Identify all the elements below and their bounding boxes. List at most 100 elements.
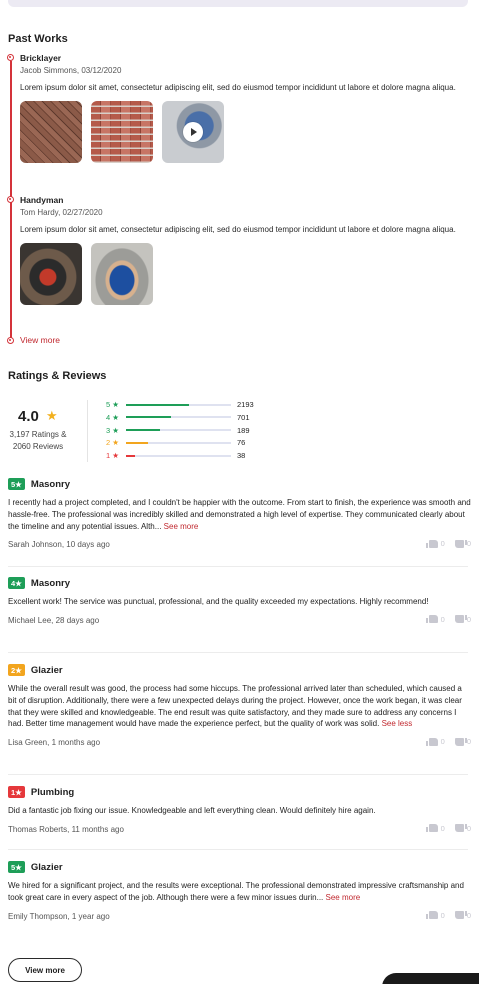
helpful-button[interactable]: 0 — [425, 823, 445, 833]
ratings-reviews-title: Ratings & Reviews — [8, 370, 107, 382]
review-card: 4★ Masonry Excellent work! The service w… — [8, 577, 471, 627]
divider — [8, 566, 468, 567]
star-icon: ★ — [46, 408, 58, 423]
work-meta: Tom Hardy, 02/27/2020 — [20, 208, 103, 217]
top-card-edge — [8, 0, 468, 7]
work-title: Bricklayer — [20, 53, 62, 63]
thumbs-up-icon — [425, 615, 438, 624]
not-helpful-count: 0 — [466, 614, 471, 624]
histogram-track — [126, 441, 231, 444]
rating-badge: 2★ — [8, 664, 25, 676]
average-rating: 4.0 — [18, 408, 39, 425]
divider — [8, 849, 468, 850]
thumbs-down-icon — [454, 539, 464, 548]
play-icon[interactable] — [183, 122, 203, 142]
miter-saw-photo[interactable] — [20, 243, 82, 305]
review-author: Emily Thompson, 1 year ago — [8, 911, 110, 921]
see-less-link[interactable]: See less — [382, 719, 413, 728]
review-card: 1★ Plumbing Did a fantastic job fixing o… — [8, 786, 471, 836]
review-category: Plumbing — [30, 786, 75, 798]
review-text: I recently had a project completed, and … — [8, 498, 471, 531]
herringbone-brick-photo[interactable] — [20, 101, 82, 163]
histogram-track — [126, 403, 231, 406]
histogram-star-label: 4 ★ — [106, 412, 119, 422]
review-category: Masonry — [30, 478, 70, 490]
rating-divider — [87, 400, 88, 462]
histogram-row: 3 ★ 189 — [106, 425, 250, 436]
histogram-star-label: 5 ★ — [106, 400, 119, 409]
review-text: Excellent work! The service was punctual… — [8, 597, 429, 606]
view-more-reviews-button[interactable]: View more — [8, 958, 82, 982]
helpful-button[interactable]: 0 — [425, 737, 445, 747]
past-works-view-more-link[interactable]: View more — [20, 335, 60, 345]
histogram-count: 2193 — [237, 400, 254, 409]
not-helpful-button[interactable]: 0 — [454, 737, 471, 747]
histogram-bar — [126, 429, 160, 432]
rating-badge: 1★ — [8, 786, 25, 798]
review-author: Lisa Green, 1 months ago — [8, 738, 101, 748]
not-helpful-button[interactable]: 0 — [454, 539, 471, 548]
not-helpful-count: 0 — [466, 910, 471, 920]
thumbs-up-icon — [425, 737, 438, 746]
helpful-count: 0 — [440, 823, 445, 833]
helpful-button[interactable]: 0 — [425, 539, 445, 549]
histogram-star-label: 2 ★ — [106, 438, 119, 448]
red-brick-wall-photo[interactable] — [91, 101, 153, 163]
thumbs-down-icon — [454, 911, 464, 920]
timeline-dot — [7, 54, 14, 61]
past-works-title: Past Works — [8, 33, 68, 45]
reviews-count: 2060 Reviews — [12, 442, 64, 451]
helpful-count: 0 — [440, 910, 445, 920]
work-meta: Jacob Simmons, 03/12/2020 — [20, 66, 122, 75]
helpful-button[interactable]: 0 — [425, 614, 445, 624]
histogram-track — [126, 454, 231, 457]
work-description: Lorem ipsum dolor sit amet, consectetur … — [20, 83, 456, 92]
work-title: Handyman — [20, 195, 64, 205]
review-category: Glazier — [30, 664, 63, 676]
histogram-row: 2 ★ 76 — [106, 437, 245, 448]
review-category: Glazier — [30, 861, 63, 873]
thumbs-up-icon — [425, 824, 438, 833]
review-author: Sarah Johnson, 10 days ago — [8, 540, 110, 550]
histogram-bar — [126, 441, 149, 444]
review-text: We hired for a significant project, and … — [8, 881, 464, 902]
review-card: 5★ Masonry I recently had a project comp… — [8, 478, 471, 551]
rating-badge: 5★ — [8, 861, 25, 873]
review-author: Michael Lee, 28 days ago — [8, 615, 100, 625]
rating-badge: 5★ — [8, 478, 25, 490]
histogram-count: 76 — [237, 438, 246, 448]
histogram-star-label: 1 ★ — [106, 451, 119, 461]
review-card: 5★ Glazier We hired for a significant pr… — [8, 861, 471, 923]
thumbs-down-icon — [454, 615, 464, 624]
not-helpful-button[interactable]: 0 — [454, 614, 471, 624]
not-helpful-button[interactable]: 0 — [454, 910, 471, 920]
not-helpful-count: 0 — [466, 823, 471, 833]
helpful-count: 0 — [440, 737, 445, 747]
review-card: 2★ Glazier While the overall result was … — [8, 664, 471, 749]
review-author: Thomas Roberts, 11 months ago — [8, 824, 124, 834]
rating-counts: 3,197 Ratings & 2060 Reviews — [6, 429, 70, 453]
divider — [8, 774, 468, 775]
see-more-link[interactable]: See more — [326, 893, 361, 902]
helpful-count: 0 — [440, 614, 445, 624]
ratings-count: 3,197 Ratings & — [9, 430, 67, 439]
histogram-track — [126, 416, 231, 419]
divider — [8, 652, 468, 653]
review-category: Masonry — [30, 577, 70, 589]
work-description: Lorem ipsum dolor sit amet, consectetur … — [20, 225, 456, 234]
histogram-row: 1 ★ 38 — [106, 450, 245, 461]
floating-action-button[interactable] — [382, 973, 479, 984]
histogram-bar — [126, 416, 172, 419]
not-helpful-button[interactable]: 0 — [454, 823, 471, 833]
histogram-row: 4 ★ 701 — [106, 412, 250, 423]
worker-video[interactable] — [162, 101, 224, 163]
see-more-link[interactable]: See more — [164, 522, 199, 531]
histogram-row: 5 ★ 2193 — [106, 399, 254, 410]
histogram-bar — [126, 454, 136, 457]
worker-photo[interactable] — [91, 243, 153, 305]
histogram-count: 38 — [237, 451, 246, 461]
histogram-count: 189 — [237, 425, 250, 435]
not-helpful-count: 0 — [466, 737, 471, 747]
helpful-count: 0 — [440, 539, 445, 549]
helpful-button[interactable]: 0 — [425, 910, 445, 920]
